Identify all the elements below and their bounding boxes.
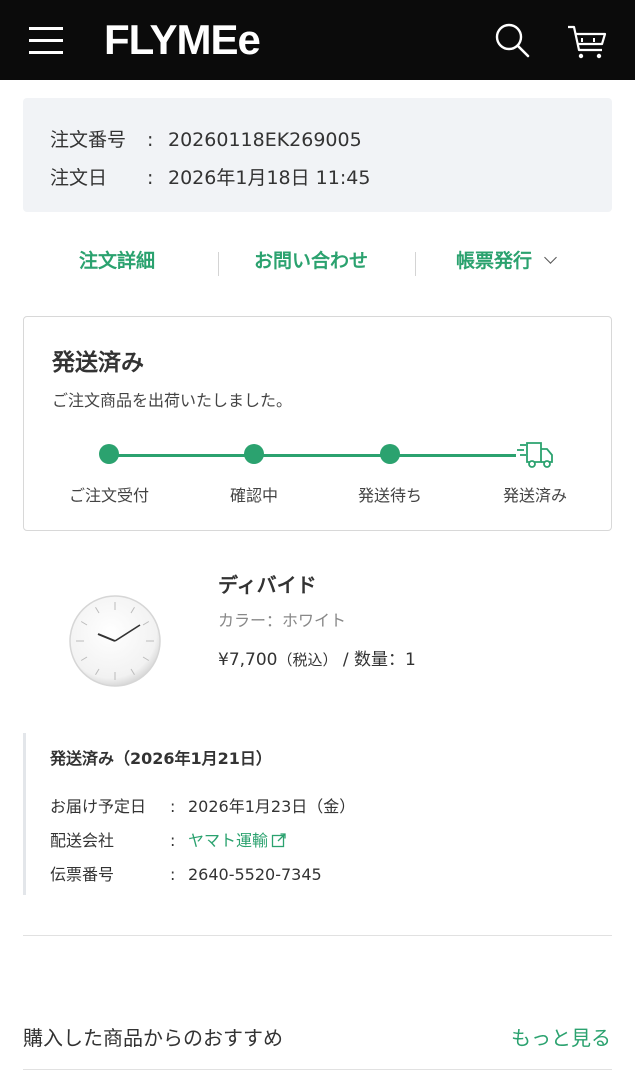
step-label: 発送済み <box>502 486 567 505</box>
see-more-link[interactable]: もっと見る <box>511 1022 611 1051</box>
order-info-box: 注文番号:20260118EK269005 注文日:2026年1月18日 11:… <box>23 98 612 212</box>
order-number-value: 20260118EK269005 <box>168 129 362 151</box>
divider <box>23 1069 612 1070</box>
step-label: 確認中 <box>229 486 278 505</box>
product-qty: / 数量：1 <box>342 650 416 670</box>
row-label: 配送会社 <box>50 831 115 850</box>
progress-step-dot <box>244 444 264 464</box>
divider <box>415 252 416 276</box>
search-icon[interactable] <box>494 22 530 58</box>
invoice-dropdown[interactable]: 帳票発行 <box>456 246 557 273</box>
order-number-label: 注文番号 <box>50 129 127 151</box>
hamburger-menu-icon[interactable] <box>29 27 63 55</box>
carrier-row: 配送会社: ヤマト運輸 <box>50 827 287 851</box>
status-title: 発送済み <box>52 350 144 376</box>
cart-icon[interactable] <box>566 22 608 60</box>
product-price-line: ¥7,700（税込） / 数量：1 <box>218 645 416 670</box>
progress-step-dot <box>380 444 400 464</box>
order-actions: 注文詳細 お問い合わせ 帳票発行 <box>23 246 612 282</box>
step-label: ご注文受付 <box>68 486 149 505</box>
order-details-link[interactable]: 注文詳細 <box>79 246 155 273</box>
product-color: カラー：ホワイト <box>218 611 347 630</box>
chevron-down-icon <box>544 251 557 264</box>
shipment-title: 発送済み（2026年1月21日） <box>50 749 272 768</box>
order-date-label: 注文日 <box>50 167 108 189</box>
row-label: 伝票番号 <box>50 865 115 884</box>
truck-icon <box>516 441 554 469</box>
divider <box>23 935 612 936</box>
product-price: ¥7,700 <box>218 650 278 670</box>
progress-step-dot <box>99 444 119 464</box>
site-logo[interactable]: FLYMEe <box>104 16 261 64</box>
tracking-number-value: 2640-5520-7345 <box>188 865 322 884</box>
external-link-icon <box>271 833 286 848</box>
order-number-row: 注文番号:20260118EK269005 <box>50 125 362 152</box>
order-date-row: 注文日:2026年1月18日 11:45 <box>50 163 370 190</box>
recommend-title: 購入した商品からのおすすめ <box>23 1026 283 1050</box>
row-label: お届け予定日 <box>50 797 147 816</box>
carrier-link[interactable]: ヤマト運輸 <box>188 831 287 850</box>
tax-note: （税込） <box>277 651 338 669</box>
delivery-date-value: 2026年1月23日（金） <box>188 797 356 816</box>
app-header: FLYMEe <box>0 0 635 80</box>
delivery-date-row: お届け予定日:2026年1月23日（金） <box>50 793 355 817</box>
contact-link[interactable]: お問い合わせ <box>254 246 368 273</box>
invoice-label: 帳票発行 <box>456 250 533 272</box>
divider <box>218 252 219 276</box>
step-label: 発送待ち <box>357 486 422 505</box>
shipping-status-card: 発送済み ご注文商品を出荷いたしました。 ご注文受付 確認中 発送待ち 発送済み <box>23 316 612 531</box>
wall-clock-image[interactable] <box>68 594 162 688</box>
shipment-details: 発送済み（2026年1月21日） お届け予定日:2026年1月23日（金） 配送… <box>23 733 612 895</box>
status-message: ご注文商品を出荷いたしました。 <box>52 391 293 410</box>
product-name[interactable]: ディバイド <box>218 569 317 598</box>
order-date-value: 2026年1月18日 11:45 <box>168 167 371 189</box>
progress-track <box>108 454 524 457</box>
tracking-number-row: 伝票番号:2640-5520-7345 <box>50 861 322 885</box>
